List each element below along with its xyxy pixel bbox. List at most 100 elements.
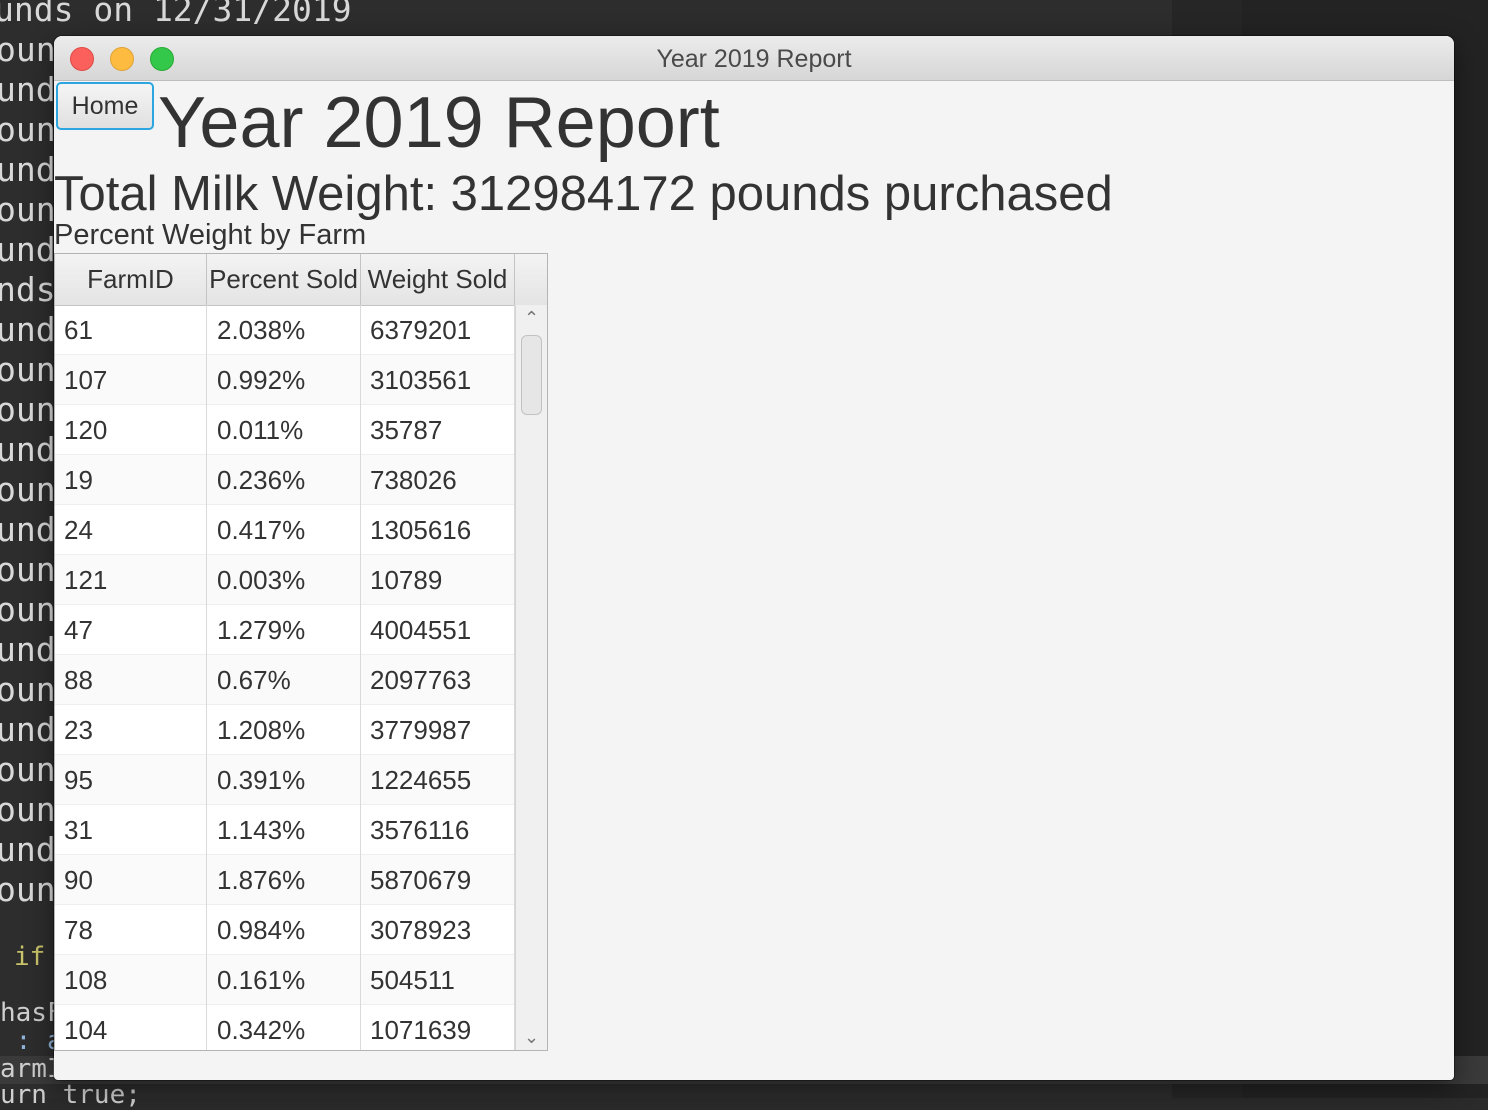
cell-farmid: 95 — [55, 755, 207, 805]
cell-weight-sold: 6379201 — [361, 305, 515, 355]
scroll-up-arrow-icon[interactable]: ⌃ — [516, 305, 547, 331]
table-row[interactable]: 23 1.208% 3779987 — [55, 705, 515, 755]
cell-percent-sold: 1.279% — [207, 605, 361, 655]
terminal-line-fragment: oun — [0, 350, 56, 389]
cell-percent-sold: 0.67% — [207, 655, 361, 705]
table-vertical-scrollbar[interactable]: ⌃ ⌄ — [515, 305, 547, 1050]
cell-weight-sold: 738026 — [361, 455, 515, 505]
cell-percent-sold: 0.984% — [207, 905, 361, 955]
terminal-top-line: unds on 12/31/2019 — [0, 0, 352, 29]
cell-weight-sold: 1305616 — [361, 505, 515, 555]
cell-farmid: 24 — [55, 505, 207, 555]
cell-percent-sold: 2.038% — [207, 305, 361, 355]
cell-percent-sold: 1.208% — [207, 705, 361, 755]
window-title: Year 2019 Report — [656, 45, 852, 73]
cell-weight-sold: 3576116 — [361, 805, 515, 855]
column-header-percent-sold[interactable]: Percent Sold — [207, 254, 361, 305]
cell-farmid: 47 — [55, 605, 207, 655]
terminal-line-fragment: oun — [0, 750, 56, 789]
cell-farmid: 78 — [55, 905, 207, 955]
total-weight-summary: Total Milk Weight: 312984172 pounds purc… — [54, 167, 1113, 221]
cell-weight-sold: 35787 — [361, 405, 515, 455]
table-row[interactable]: 108 0.161% 504511 — [55, 955, 515, 1005]
terminal-line-fragment: oun — [0, 550, 56, 589]
cell-percent-sold: 0.161% — [207, 955, 361, 1005]
code-if: if — [14, 942, 46, 972]
cell-percent-sold: 1.876% — [207, 855, 361, 905]
cell-weight-sold: 3103561 — [361, 355, 515, 405]
table-row[interactable]: 24 0.417% 1305616 — [55, 505, 515, 555]
terminal-line-fragment: und — [0, 430, 56, 469]
cell-farmid: 107 — [55, 355, 207, 405]
table-body: 61 2.038% 6379201 107 0.992% 3103561 120 0.011%… — [55, 305, 515, 1050]
cell-farmid: 108 — [55, 955, 207, 1005]
table-row[interactable]: 31 1.143% 3576116 — [55, 805, 515, 855]
terminal-line-fragment: nds — [0, 270, 56, 309]
terminal-line-fragment: und — [0, 510, 56, 549]
cell-weight-sold: 504511 — [361, 955, 515, 1005]
terminal-line-fragment: oun — [0, 110, 56, 149]
table-row[interactable]: 95 0.391% 1224655 — [55, 755, 515, 805]
terminal-line-fragment: oun — [0, 790, 56, 829]
cell-weight-sold: 5870679 — [361, 855, 515, 905]
table-row[interactable]: 107 0.992% 3103561 — [55, 355, 515, 405]
table-row[interactable]: 78 0.984% 3078923 — [55, 905, 515, 955]
terminal-line-fragment: und — [0, 150, 56, 189]
page-title: Year 2019 Report — [158, 83, 720, 163]
cell-farmid: 23 — [55, 705, 207, 755]
cell-percent-sold: 0.003% — [207, 555, 361, 605]
terminal-line-fragment: oun — [0, 470, 56, 509]
terminal-line-fragment: oun — [0, 390, 56, 429]
table-row[interactable]: 120 0.011% 35787 — [55, 405, 515, 455]
cell-weight-sold: 1224655 — [361, 755, 515, 805]
cell-farmid: 90 — [55, 855, 207, 905]
terminal-line-fragment: und — [0, 630, 56, 669]
table-header: FarmID Percent Sold Weight Sold — [55, 254, 547, 306]
cell-weight-sold: 3078923 — [361, 905, 515, 955]
table-row[interactable]: 47 1.279% 4004551 — [55, 605, 515, 655]
home-button[interactable]: Home — [56, 82, 154, 130]
terminal-line-fragment: oun — [0, 670, 56, 709]
cell-weight-sold: 3779987 — [361, 705, 515, 755]
table-row[interactable]: 19 0.236% 738026 — [55, 455, 515, 505]
terminal-line-fragment: oun — [0, 190, 56, 229]
table-row[interactable]: 61 2.038% 6379201 — [55, 305, 515, 355]
terminal-line-fragment: und — [0, 70, 56, 109]
table-row[interactable]: 88 0.67% 2097763 — [55, 655, 515, 705]
cell-farmid: 88 — [55, 655, 207, 705]
table-row[interactable]: 90 1.876% 5870679 — [55, 855, 515, 905]
terminal-line-fragment: oun — [0, 30, 56, 69]
terminal-line-fragment: oun — [0, 590, 56, 629]
scroll-down-arrow-icon[interactable]: ⌄ — [516, 1024, 547, 1050]
window-titlebar[interactable]: Year 2019 Report — [54, 36, 1454, 81]
cell-weight-sold: 1071639 — [361, 1005, 515, 1050]
table-row[interactable]: 104 0.342% 1071639 — [55, 1005, 515, 1050]
cell-percent-sold: 0.992% — [207, 355, 361, 405]
cell-percent-sold: 0.011% — [207, 405, 361, 455]
report-window: Year 2019 Report Home Year 2019 Report T… — [54, 36, 1454, 1080]
terminal-line-fragment: und — [0, 830, 56, 869]
cell-farmid: 61 — [55, 305, 207, 355]
cell-weight-sold: 4004551 — [361, 605, 515, 655]
cell-percent-sold: 0.236% — [207, 455, 361, 505]
window-content: Home Year 2019 Report Total Milk Weight:… — [54, 80, 1454, 1080]
cell-farmid: 120 — [55, 405, 207, 455]
cell-percent-sold: 0.391% — [207, 755, 361, 805]
column-header-farmid[interactable]: FarmID — [55, 254, 207, 305]
terminal-line-fragment: und — [0, 230, 56, 269]
cell-percent-sold: 0.342% — [207, 1005, 361, 1050]
cell-percent-sold: 1.143% — [207, 805, 361, 855]
terminal-line-fragment: und — [0, 310, 56, 349]
code-return: urn true; — [0, 1080, 141, 1110]
column-header-weight-sold[interactable]: Weight Sold — [361, 254, 515, 305]
scrollbar-thumb[interactable] — [521, 335, 542, 415]
table-caption: Percent Weight by Farm — [54, 219, 367, 251]
cell-farmid: 19 — [55, 455, 207, 505]
cell-weight-sold: 2097763 — [361, 655, 515, 705]
terminal-line-fragment: und — [0, 710, 56, 749]
farm-weight-table: FarmID Percent Sold Weight Sold 61 2.038%… — [54, 253, 548, 1051]
cell-farmid: 104 — [55, 1005, 207, 1050]
table-row[interactable]: 121 0.003% 10789 — [55, 555, 515, 605]
cell-weight-sold: 10789 — [361, 555, 515, 605]
column-header-filler — [515, 254, 547, 305]
